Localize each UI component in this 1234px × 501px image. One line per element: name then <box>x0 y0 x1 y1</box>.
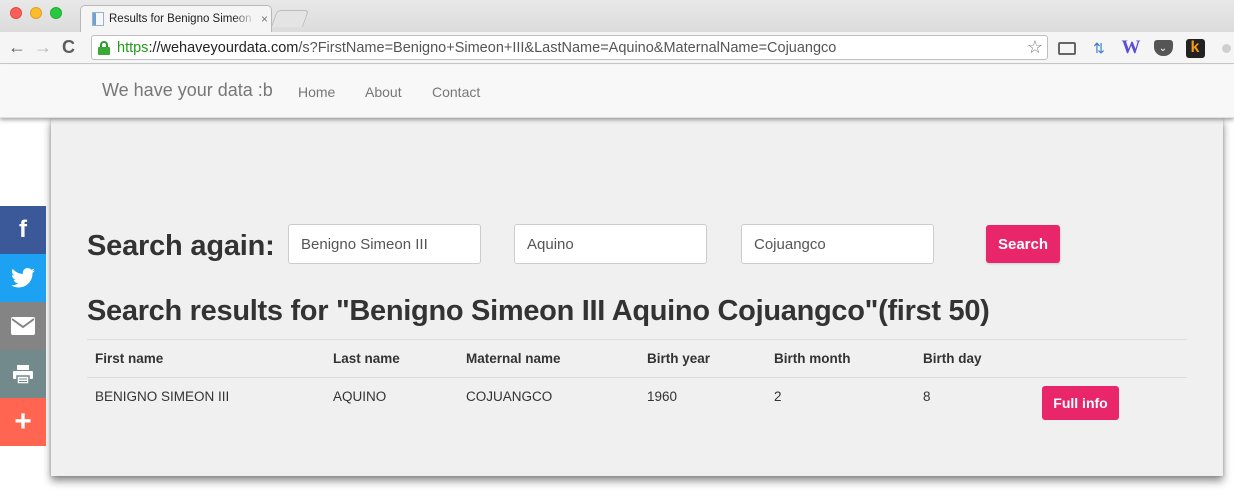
share-print-button[interactable] <box>0 350 46 398</box>
browser-titlebar: Results for Benigno Simeon III Aquino Co… <box>0 0 1234 33</box>
twitter-icon <box>11 268 35 288</box>
new-tab-button[interactable] <box>270 10 310 27</box>
url-path: /s?FirstName=Benigno+Simeon+III&LastName… <box>298 39 837 56</box>
bookmark-star-icon[interactable]: ☆ <box>1027 37 1043 58</box>
url-host: ://wehaveyourdata.com <box>148 39 299 56</box>
facebook-icon: f <box>19 216 27 243</box>
tab-close-icon[interactable]: × <box>261 12 268 26</box>
first-name-input[interactable] <box>288 224 481 264</box>
url-scheme: https <box>117 39 149 56</box>
nav-link-home[interactable]: Home <box>298 84 335 100</box>
tab-title: Results for Benigno Simeon III Aquino Co… <box>109 12 255 25</box>
cell-birth-year: 1960 <box>647 389 678 404</box>
window-minimize-button[interactable] <box>30 7 42 19</box>
pocket-chevron-icon: ⌄ <box>1153 40 1173 56</box>
browser-tab-content[interactable]: Results for Benigno Simeon III Aquino Co… <box>84 5 270 32</box>
nav-link-about[interactable]: About <box>365 84 402 100</box>
browser-toolbar: ← → C https://wehaveyourdata.com/s?First… <box>0 32 1234 64</box>
table-header-row: First name Last name Maternal name Birth… <box>87 339 1187 377</box>
download-arrows-extension-icon[interactable]: ⇅ <box>1088 37 1110 59</box>
window-close-button[interactable] <box>10 7 22 19</box>
site-brand[interactable]: We have your data :b <box>102 80 273 101</box>
extension-dot-icon[interactable] <box>1218 37 1234 59</box>
cell-last-name: AQUINO <box>333 389 387 404</box>
window-maximize-button[interactable] <box>50 7 62 19</box>
k-extension-icon[interactable]: k <box>1184 37 1206 59</box>
search-button[interactable]: Search <box>986 225 1060 263</box>
column-header-birth-year: Birth year <box>647 351 711 366</box>
last-name-input[interactable] <box>514 224 707 264</box>
nav-link-contact[interactable]: Contact <box>432 84 480 100</box>
email-icon <box>11 317 35 335</box>
reload-icon[interactable]: C <box>62 37 75 57</box>
column-header-birth-month: Birth month <box>774 351 851 366</box>
plus-icon: + <box>14 405 32 438</box>
table-row: BENIGNO SIMEON III AQUINO COJUANGCO 1960… <box>87 377 1187 420</box>
site-navbar: We have your data :b Home About Contact <box>0 65 1234 118</box>
page-favicon-icon <box>92 11 104 26</box>
results-table: First name Last name Maternal name Birth… <box>87 339 1187 420</box>
lock-icon <box>98 40 110 55</box>
back-arrow-icon[interactable]: ← <box>8 37 26 57</box>
address-bar[interactable]: https://wehaveyourdata.com/s?FirstName=B… <box>91 35 1048 60</box>
print-icon <box>13 364 33 384</box>
maternal-name-input[interactable] <box>741 224 934 264</box>
column-header-first-name: First name <box>95 351 164 366</box>
share-more-button[interactable]: + <box>0 398 46 446</box>
results-title: Search results for "Benigno Simeon III A… <box>87 295 990 327</box>
column-header-maternal-name: Maternal name <box>466 351 561 366</box>
forward-arrow-icon[interactable]: → <box>34 37 52 57</box>
cell-birth-day: 8 <box>923 389 931 404</box>
social-share-bar: f + <box>0 206 46 446</box>
full-info-button[interactable]: Full info <box>1042 386 1119 420</box>
cell-maternal-name: COJUANGCO <box>466 389 553 404</box>
cast-icon[interactable] <box>1056 37 1078 59</box>
share-twitter-button[interactable] <box>0 254 46 302</box>
column-header-last-name: Last name <box>333 351 400 366</box>
share-facebook-button[interactable]: f <box>0 206 46 254</box>
pocket-extension-icon[interactable]: ⌄ <box>1152 37 1174 59</box>
cell-first-name: BENIGNO SIMEON III <box>95 389 230 404</box>
share-email-button[interactable] <box>0 302 46 350</box>
cell-birth-month: 2 <box>774 389 782 404</box>
w-extension-icon[interactable]: W <box>1120 37 1142 59</box>
search-again-label: Search again: <box>87 230 275 262</box>
column-header-birth-day: Birth day <box>923 351 982 366</box>
